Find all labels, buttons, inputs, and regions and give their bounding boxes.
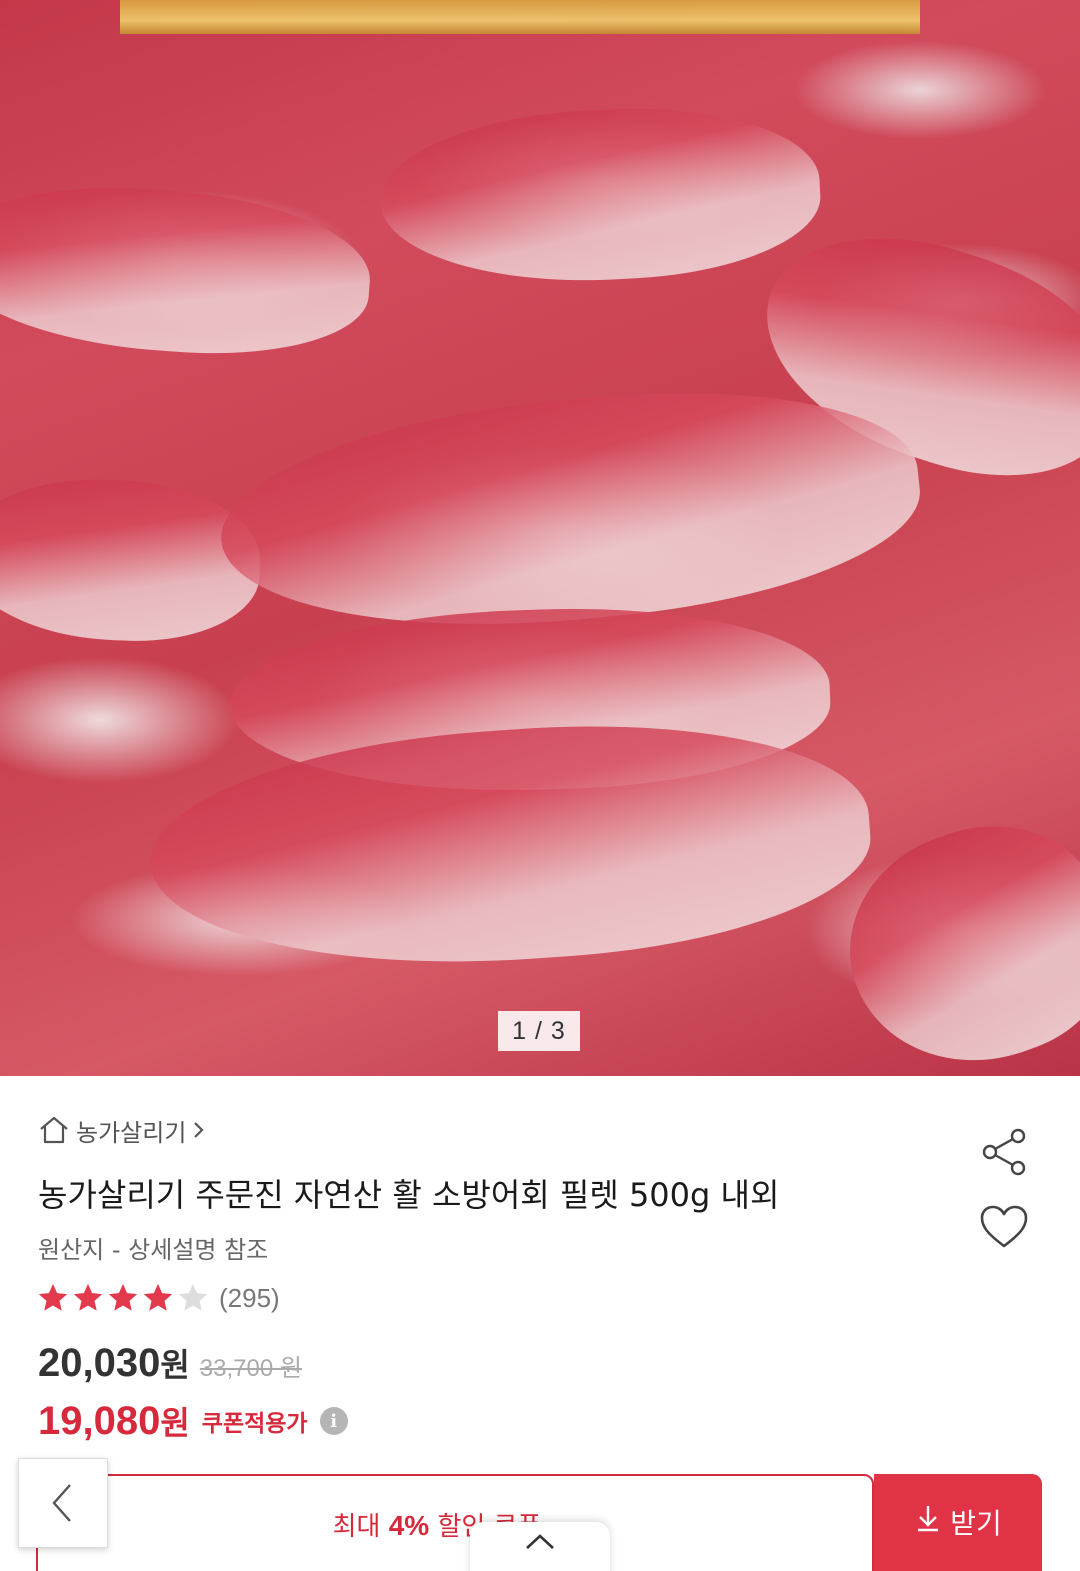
sale-price: 20,030원 [38,1340,190,1386]
heart-icon [980,1205,1028,1248]
back-button[interactable] [18,1458,108,1548]
download-icon [918,1506,939,1532]
coupon-price: 19,080원 [38,1398,190,1444]
chevron-up-icon [526,1534,554,1549]
star-icon [143,1283,173,1311]
share-icon [982,1128,1026,1176]
chevron-left-icon [52,1484,71,1522]
collapse-button[interactable] [470,1522,610,1571]
star-icon [38,1283,68,1311]
fish-slice [142,705,878,985]
fish-slice [375,98,825,292]
star-icon [108,1283,138,1311]
price-row: 20,030원 33,700 원 [38,1340,302,1394]
star-icon [73,1283,103,1311]
breadcrumb[interactable]: 농가살리기 [38,1110,206,1150]
coupon-price-row: 19,080원 쿠폰적용가 i [38,1394,348,1448]
info-icon[interactable]: i [319,1407,348,1435]
home-icon [40,1116,68,1144]
coupon-price-unit: 원 [160,1404,190,1442]
image-counter: 1 / 3 [498,1011,580,1051]
fish-slice [0,474,263,646]
sale-price-unit: 원 [160,1346,190,1384]
chevron-right-icon [194,1122,204,1138]
original-price: 33,700 원 [199,1355,302,1382]
coupon-price-label: 쿠폰적용가 [201,1411,308,1437]
receive-coupon-button[interactable]: 받기 [874,1474,1042,1571]
rating[interactable]: (295) [36,1276,280,1320]
product-image[interactable]: 1 / 3 [0,0,1080,1076]
receive-label: 받기 [950,1507,1002,1540]
fish-slice [0,175,376,365]
share-button[interactable] [978,1126,1030,1178]
product-title: 농가살리기 주문진 자연산 활 소방어회 필렛 500g 내외 [38,1176,780,1214]
wishlist-button[interactable] [978,1203,1030,1251]
coupon-banner-text[interactable]: 최대 4% 할인 쿠폰 [0,1506,874,1543]
breadcrumb-label[interactable]: 농가살리기 [76,1113,186,1148]
star-empty-icon [178,1283,208,1311]
coupon-percent: 4% [388,1510,430,1541]
tray-decoration [120,0,920,34]
product-origin: 원산지 - 상세설명 참조 [38,1236,269,1264]
sale-price-value: 20,030 [38,1341,161,1385]
coupon-price-value: 19,080 [38,1399,161,1443]
review-count[interactable]: (295) [219,1283,280,1314]
coupon-prefix: 최대 [332,1512,381,1542]
